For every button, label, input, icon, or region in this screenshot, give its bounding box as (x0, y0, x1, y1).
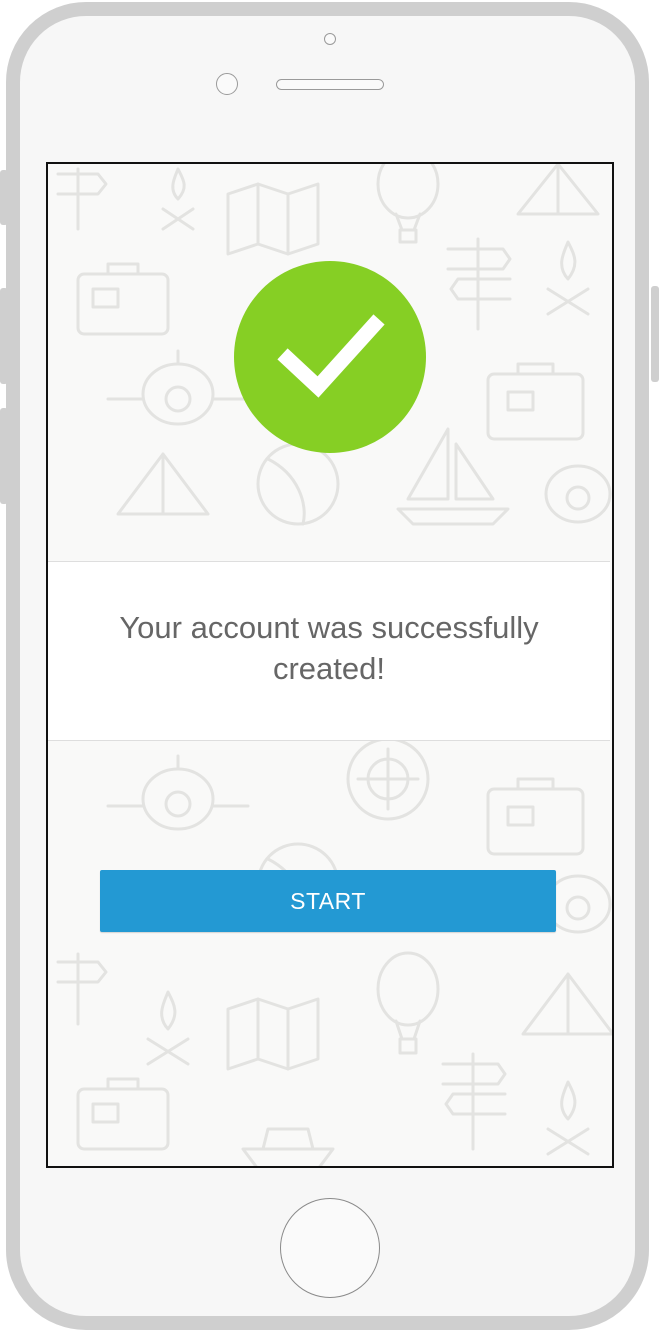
signpost-icon (56, 167, 108, 231)
map-icon (226, 997, 320, 1071)
campfire-icon (161, 167, 195, 231)
success-badge (234, 261, 426, 453)
suitcase-icon (486, 362, 585, 441)
suitcase-icon (486, 777, 585, 856)
hot-air-balloon-icon (376, 164, 440, 244)
volume-down-button (0, 408, 8, 504)
earpiece-speaker (276, 79, 384, 90)
ship-icon (241, 1127, 335, 1166)
signpost-icon (446, 237, 512, 331)
airplane-icon (106, 349, 250, 426)
campfire-icon (546, 1080, 590, 1156)
front-camera (324, 33, 336, 45)
start-button[interactable]: START (100, 870, 556, 932)
success-message-card: Your account was successfully created! (48, 561, 610, 741)
airplane-icon (544, 464, 612, 524)
airplane-icon (106, 754, 250, 831)
signpost-icon (56, 952, 108, 1026)
tent-icon (116, 452, 210, 516)
tent-icon (521, 972, 612, 1036)
beach-ball-icon (256, 442, 340, 526)
campfire-icon (146, 990, 190, 1066)
hot-air-balloon-icon (376, 951, 440, 1055)
compass-icon (346, 737, 430, 821)
tent-icon (516, 164, 600, 216)
silent-switch (0, 170, 8, 225)
proximity-sensor (216, 73, 238, 95)
suitcase-icon (76, 1077, 170, 1151)
suitcase-icon (76, 262, 170, 336)
campfire-icon (546, 240, 590, 316)
volume-up-button (0, 288, 8, 384)
success-message: Your account was successfully created! (119, 610, 539, 686)
app-screen: Your account was successfully created! S… (46, 162, 614, 1168)
power-button (651, 286, 659, 382)
signpost-icon (441, 1052, 507, 1151)
map-icon (226, 182, 320, 256)
checkmark-icon (277, 314, 385, 398)
home-button[interactable] (280, 1198, 380, 1298)
